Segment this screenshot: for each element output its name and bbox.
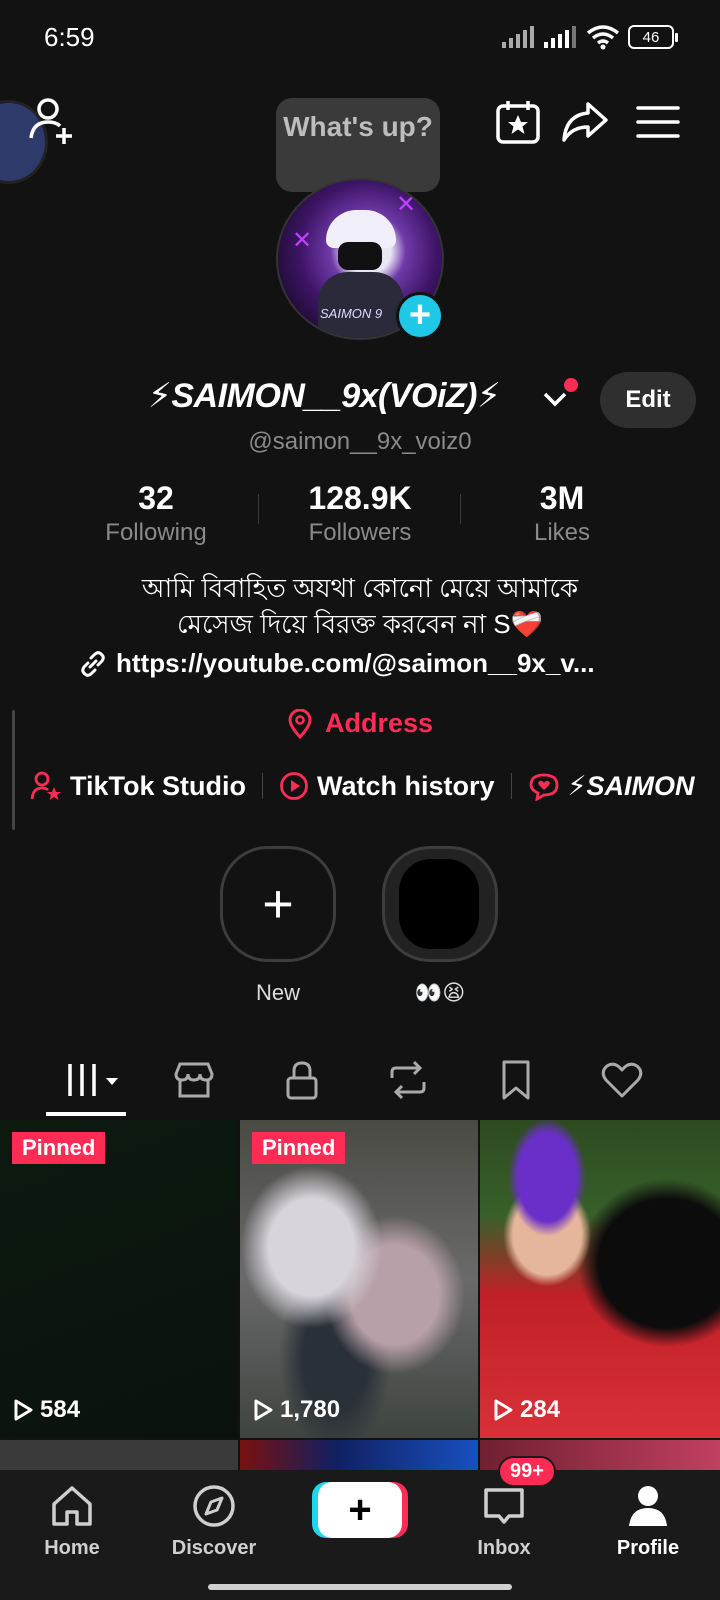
play-icon <box>494 1399 513 1421</box>
menu-icon[interactable] <box>634 98 682 146</box>
edit-profile-button[interactable]: Edit <box>600 372 696 428</box>
create-button[interactable]: + <box>318 1482 402 1538</box>
view-count: 584 <box>12 1396 80 1424</box>
bio: আমি বিবাহিত অযথা কোনো মেয়ে আমাকে মেসেজ … <box>0 570 720 642</box>
signal-icon <box>544 26 576 48</box>
stat-followers[interactable]: 128.9K Followers <box>280 480 440 547</box>
story-label: 👀😫 <box>414 980 466 1005</box>
video-tile[interactable] <box>0 1440 238 1470</box>
home-icon <box>52 1486 92 1526</box>
calendar-star-icon[interactable] <box>494 98 542 146</box>
new-story-button[interactable]: + <box>220 846 336 962</box>
nav-label: Home <box>44 1537 100 1559</box>
nav-label: Inbox <box>477 1537 531 1559</box>
bottom-nav: Home Discover + Inbox 99+ Profile <box>0 1456 720 1600</box>
username-handle: @saimon__9x_voiz0 <box>248 428 472 455</box>
stat-value: 32 <box>138 480 174 516</box>
address-link[interactable]: Address <box>0 708 720 739</box>
bio-line: আমি বিবাহিত অযথা কোনো মেয়ে আমাকে <box>141 573 579 603</box>
add-story-button[interactable]: + <box>396 292 444 340</box>
play-icon <box>14 1399 33 1421</box>
video-tile[interactable] <box>240 1440 478 1470</box>
tab-shop-icon[interactable] <box>172 1058 216 1102</box>
stat-value: 3M <box>539 480 585 516</box>
active-tab-indicator <box>46 1112 126 1116</box>
stat-following[interactable]: 32 Following <box>76 480 236 547</box>
chat-heart-icon <box>529 773 558 801</box>
shortcut-tiktok-studio[interactable]: TikTok Studio <box>30 771 246 802</box>
view-count-text: 584 <box>40 1396 81 1423</box>
avatar-tag: SAIMON 9 <box>320 306 383 321</box>
compass-icon <box>193 1485 235 1527</box>
location-pin-icon <box>288 708 312 739</box>
video-tile[interactable]: Pinned 1,780 <box>240 1120 478 1438</box>
stat-label: Followers <box>308 519 412 546</box>
profile-icon <box>629 1486 667 1526</box>
view-count-text: 1,780 <box>280 1396 341 1423</box>
play-icon <box>254 1399 273 1421</box>
shortcut-profile-name[interactable]: ⚡SAIMON <box>528 771 695 802</box>
story-label: New <box>255 980 300 1005</box>
stat-label: Likes <box>533 519 591 546</box>
share-icon[interactable] <box>560 98 608 146</box>
profile-stats: 32 Following 128.9K Followers 3M Likes <box>0 480 720 550</box>
status-time: 6:59 <box>44 22 95 52</box>
bio-link[interactable]: https://youtube.com/@saimon__9x_v... <box>78 648 595 679</box>
scroll-indicator <box>12 710 15 830</box>
story-highlight[interactable] <box>382 846 498 962</box>
nav-home[interactable]: Home <box>12 1484 132 1560</box>
view-count: 1,780 <box>252 1396 340 1424</box>
link-text: https://youtube.com/@saimon__9x_v... <box>116 648 595 678</box>
shortcut-label: Watch history <box>317 770 495 801</box>
tab-videos-grid-icon[interactable] <box>64 1058 124 1102</box>
bio-line: মেসেজ দিয়ে বিরক্ত করবেন না S❤️‍🩹 <box>176 609 544 639</box>
content-tabs <box>0 1052 720 1118</box>
home-indicator <box>208 1584 512 1590</box>
shortcut-watch-history[interactable]: Watch history <box>279 771 495 802</box>
signal-icon <box>502 26 534 48</box>
status-icons: 46 <box>502 24 678 50</box>
pinned-badge: Pinned <box>12 1132 106 1164</box>
name-row: ⚡SAIMON__9x(VOiZ)⚡ Edit <box>0 372 720 428</box>
stat-likes[interactable]: 3M Likes <box>482 480 642 547</box>
display-name: ⚡SAIMON__9x(VOiZ)⚡ <box>148 377 501 415</box>
inbox-badge: 99+ <box>498 1456 556 1487</box>
wifi-icon <box>586 25 620 50</box>
tab-liked-heart-icon[interactable] <box>600 1058 644 1102</box>
link-icon <box>81 650 105 677</box>
stat-value: 128.9K <box>308 480 412 516</box>
nav-inbox[interactable]: Inbox <box>444 1484 564 1560</box>
nav-profile[interactable]: Profile <box>588 1484 708 1560</box>
add-friend-icon[interactable] <box>28 96 78 146</box>
tab-private-lock-icon[interactable] <box>280 1058 324 1102</box>
stat-label: Following <box>105 519 207 546</box>
address-label: Address <box>324 708 434 738</box>
tab-favorites-bookmark-icon[interactable] <box>494 1058 538 1102</box>
notification-dot <box>564 378 578 392</box>
person-star-icon <box>30 771 61 800</box>
play-circle-icon <box>280 772 308 800</box>
shortcut-label: TikTok Studio <box>70 770 247 801</box>
battery-icon: 46 <box>628 25 678 49</box>
nav-discover[interactable]: Discover <box>154 1484 274 1560</box>
view-count-text: 284 <box>520 1396 561 1423</box>
shortcut-label: ⚡SAIMON <box>567 770 695 801</box>
nav-label: Discover <box>171 1537 257 1559</box>
video-tile[interactable]: 284 <box>480 1120 720 1438</box>
pinned-badge: Pinned <box>252 1132 346 1164</box>
status-bar: 6:59 46 <box>0 0 720 80</box>
inbox-icon <box>484 1488 524 1524</box>
nav-label: Profile <box>616 1537 680 1559</box>
video-tile[interactable]: Pinned 584 <box>0 1120 238 1438</box>
tab-repost-icon[interactable] <box>386 1058 430 1102</box>
view-count: 284 <box>492 1396 560 1424</box>
shortcut-row: TikTok Studio Watch history ⚡SAIMON <box>30 764 695 808</box>
